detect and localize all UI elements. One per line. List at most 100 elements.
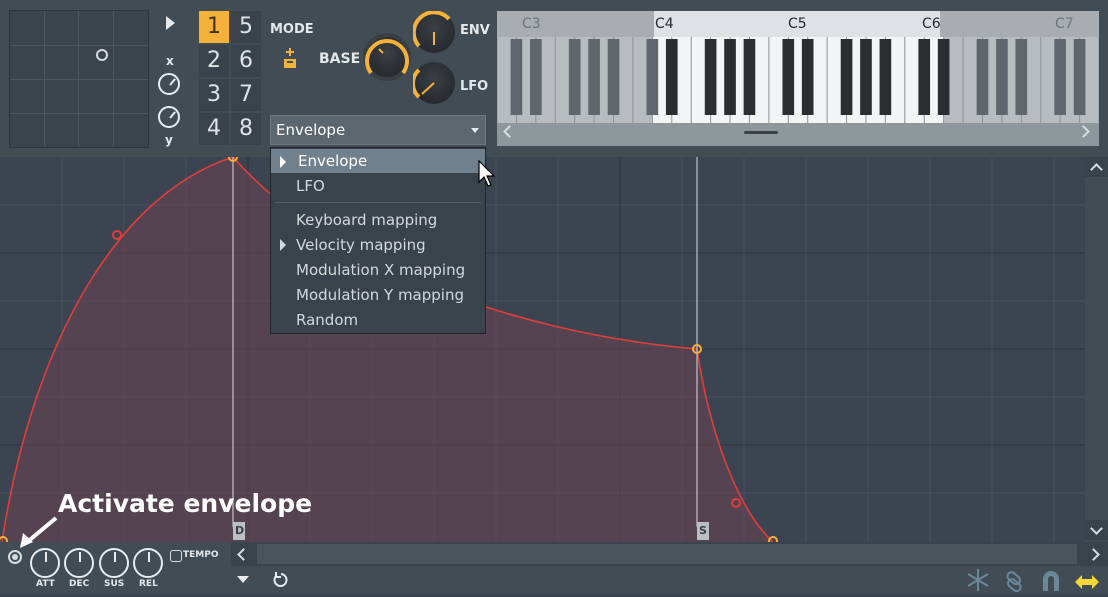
black-key [918, 39, 931, 115]
menu-item-lfo-label: LFO [296, 177, 325, 195]
black-key [879, 39, 892, 115]
submenu-arrow-icon [280, 239, 286, 251]
number-button-4[interactable]: 4 [199, 113, 229, 145]
xy-pad-point[interactable] [96, 49, 108, 61]
magnet-icon[interactable] [1040, 569, 1062, 597]
tempo-checkbox[interactable] [170, 550, 182, 562]
menu-item-lfo[interactable]: LFO [271, 174, 485, 198]
black-key [801, 39, 814, 115]
menu-item-random[interactable]: Random [271, 308, 485, 332]
sustain-marker-label: S [699, 524, 707, 537]
menu-item-keyboard-mapping[interactable]: Keyboard mapping [271, 208, 485, 232]
link-icon[interactable] [1002, 569, 1026, 597]
env-knob[interactable] [413, 11, 455, 53]
scroll-right-icon[interactable] [1087, 548, 1100, 561]
bottom-panel: ATT DEC SUS REL TEMPO [0, 542, 1108, 594]
menu-item-velocity-mapping-label: Velocity mapping [296, 236, 426, 254]
black-key [743, 39, 756, 115]
black-key [704, 39, 717, 115]
decay-marker-label: D [235, 524, 245, 537]
callout-arrow-icon [18, 515, 60, 553]
x-knob[interactable] [158, 73, 180, 95]
number-button-3[interactable]: 3 [199, 79, 229, 111]
number-button-1[interactable]: 1 [199, 11, 229, 43]
black-key [724, 39, 736, 115]
vertical-scrollbar[interactable] [1085, 157, 1108, 542]
black-key [860, 39, 872, 115]
scroll-down-icon[interactable] [1085, 520, 1108, 540]
black-key [665, 39, 678, 115]
black-key [607, 39, 620, 115]
horizontal-scrollbar[interactable] [231, 542, 1108, 566]
reset-icon[interactable] [272, 571, 290, 593]
number-button-5[interactable]: 5 [231, 11, 261, 43]
number-button-8[interactable]: 8 [231, 113, 261, 145]
tempo-label: TEMPO [183, 550, 219, 560]
y-label: y [165, 133, 173, 147]
options-menu-icon[interactable] [237, 576, 249, 583]
lfo-knob[interactable] [413, 62, 455, 104]
menu-divider [275, 202, 481, 203]
release-knob[interactable] [133, 548, 163, 578]
octave-label-c4: C4 [655, 16, 674, 32]
stretch-icon[interactable] [1074, 572, 1100, 596]
black-key [996, 39, 1008, 115]
scroll-track[interactable] [257, 544, 1077, 564]
black-key [937, 39, 950, 115]
number-button-7[interactable]: 7 [231, 79, 261, 111]
keyboard-range[interactable]: C3 C4 C5 C6 C7 [497, 11, 1099, 146]
play-arrow-icon[interactable] [166, 16, 175, 30]
scroll-up-icon[interactable] [1085, 157, 1108, 177]
black-key [510, 39, 523, 115]
octave-label-c7: C7 [1055, 16, 1074, 32]
black-key [840, 39, 853, 115]
black-key [568, 39, 581, 115]
sustain-marker[interactable]: S [697, 522, 709, 540]
menu-item-modulation-y-mapping-label: Modulation Y mapping [296, 286, 464, 304]
black-key [1054, 39, 1066, 115]
xy-pad[interactable] [9, 10, 149, 148]
keyboard-scroll-handle[interactable] [744, 131, 778, 134]
mode-icon[interactable] [282, 46, 298, 70]
tension-handle [112, 230, 122, 240]
decay-label: DEC [69, 579, 90, 589]
decay-knob[interactable] [64, 548, 94, 578]
black-key [646, 39, 659, 115]
decay-marker[interactable]: D [233, 522, 245, 540]
number-button-6[interactable]: 6 [231, 45, 261, 77]
env-label: ENV [460, 23, 490, 38]
target-dropdown-value: Envelope [276, 121, 346, 139]
menu-item-modulation-y-mapping[interactable]: Modulation Y mapping [271, 283, 485, 307]
number-button-2[interactable]: 2 [199, 45, 229, 77]
black-key [976, 39, 989, 115]
mode-label: MODE [270, 22, 314, 37]
y-knob[interactable] [158, 106, 180, 128]
menu-item-velocity-mapping[interactable]: Velocity mapping [271, 233, 485, 257]
target-dropdown[interactable]: Envelope [270, 115, 486, 145]
base-knob[interactable] [363, 33, 411, 81]
keyboard-scrollbar [497, 123, 1099, 146]
top-panel: x y 1 5 2 6 3 7 4 8 MODE BASE ENV LFO En… [0, 0, 1108, 157]
scroll-left-icon[interactable] [237, 548, 250, 561]
menu-item-envelope-label: Envelope [298, 152, 368, 170]
attack-label: ATT [36, 579, 55, 589]
callout-text: Activate envelope [58, 489, 313, 518]
sustain-label: SUS [104, 579, 125, 589]
menu-item-envelope[interactable]: Envelope [271, 149, 485, 173]
lfo-label: LFO [460, 79, 489, 94]
black-key [1015, 39, 1028, 115]
sustain-knob[interactable] [99, 548, 129, 578]
menu-item-random-label: Random [296, 311, 359, 329]
octave-label-c3: C3 [522, 16, 541, 32]
snowflake-icon[interactable] [966, 568, 990, 596]
base-label: BASE [319, 51, 361, 67]
black-key [1073, 39, 1086, 115]
mouse-cursor-icon [478, 159, 496, 192]
menu-item-keyboard-mapping-label: Keyboard mapping [296, 211, 438, 229]
target-dropdown-menu: Envelope LFO Keyboard mapping Velocity m… [270, 147, 486, 334]
x-label: x [166, 54, 174, 68]
release-label: REL [139, 579, 158, 589]
black-key [530, 39, 542, 115]
envelope-graph[interactable]: D S [0, 157, 1085, 542]
menu-item-modulation-x-mapping[interactable]: Modulation X mapping [271, 258, 485, 282]
